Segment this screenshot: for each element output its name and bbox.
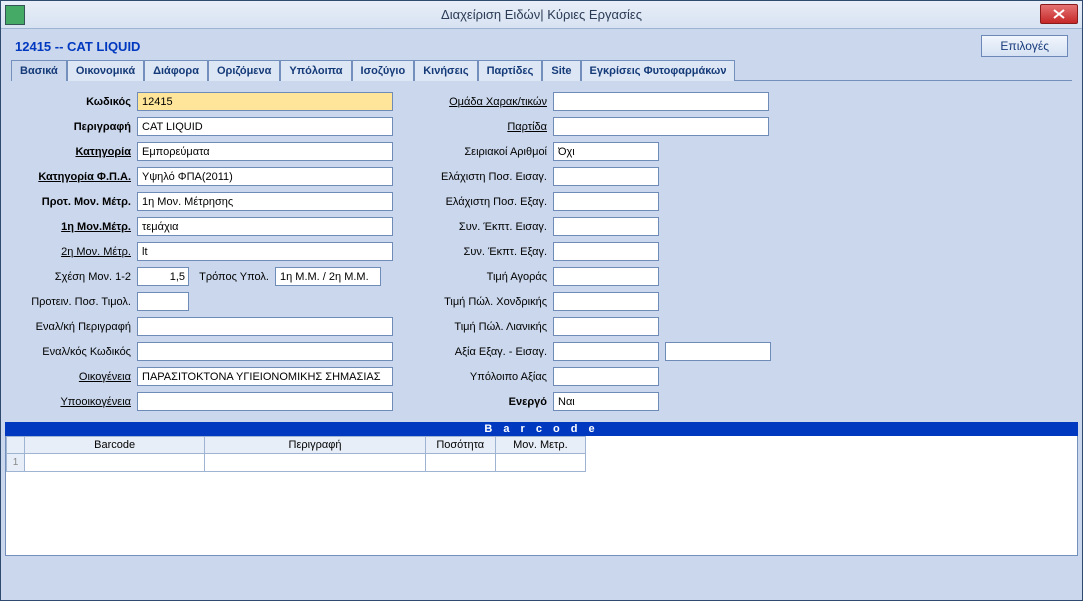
item-title: 12415 -- CAT LIQUID bbox=[15, 39, 140, 54]
form-area: Κωδικός Περιγραφή Κατηγορία Κατηγορία Φ.… bbox=[1, 81, 1082, 418]
tab-balances[interactable]: Υπόλοιπα bbox=[280, 60, 351, 81]
tabstrip: Βασικά Οικονομικά Διάφορα Οριζόμενα Υπόλ… bbox=[11, 59, 1072, 81]
minexp-label: Ελάχιστη Ποσ. Εξαγ. bbox=[423, 196, 553, 208]
options-button[interactable]: Επιλογές bbox=[981, 35, 1068, 57]
minimp-label: Ελάχιστη Ποσ. Εισαγ. bbox=[423, 171, 553, 183]
puom-label: Προτ. Μον. Μέτρ. bbox=[11, 196, 137, 208]
uom1-label: 1η Μον.Μέτρ. bbox=[11, 221, 137, 233]
sugqty-label: Προτειν. Ποσ. Τιμολ. bbox=[11, 296, 137, 308]
calc-field[interactable] bbox=[275, 267, 381, 286]
chargrp-field[interactable] bbox=[553, 92, 769, 111]
app-window: Διαχείριση Ειδών| Κύριες Εργασίες 12415 … bbox=[0, 0, 1083, 601]
window-title: Διαχείριση Ειδών| Κύριες Εργασίες bbox=[441, 7, 642, 22]
uom1-field[interactable] bbox=[137, 217, 393, 236]
calc-label: Τρόπος Υπολ. bbox=[189, 271, 275, 283]
close-button[interactable] bbox=[1040, 4, 1078, 24]
tab-misc[interactable]: Διάφορα bbox=[144, 60, 208, 81]
close-icon bbox=[1053, 9, 1065, 19]
retail-label: Τιμή Πώλ. Λιανικής bbox=[423, 321, 553, 333]
header-row: 12415 -- CAT LIQUID Επιλογές bbox=[1, 29, 1082, 59]
cell-desc[interactable] bbox=[205, 454, 425, 472]
discexp-label: Συν. Έκπτ. Εξαγ. bbox=[423, 246, 553, 258]
buyprice-label: Τιμή Αγοράς bbox=[423, 271, 553, 283]
active-label: Ενεργό bbox=[423, 396, 553, 408]
col-desc[interactable]: Περιγραφή bbox=[205, 437, 425, 454]
left-column: Κωδικός Περιγραφή Κατηγορία Κατηγορία Φ.… bbox=[11, 89, 393, 414]
uom2-field[interactable] bbox=[137, 242, 393, 261]
serial-label: Σειριακοί Αριθμοί bbox=[423, 146, 553, 158]
cell-qty[interactable] bbox=[425, 454, 495, 472]
code-label: Κωδικός bbox=[11, 96, 137, 108]
rownum-header bbox=[7, 437, 25, 454]
retail-field[interactable] bbox=[553, 317, 659, 336]
vatcat-label: Κατηγορία Φ.Π.Α. bbox=[11, 171, 137, 183]
barcode-header: B a r c o d e bbox=[5, 422, 1078, 436]
subfamily-label: Υποοικογένεια bbox=[11, 396, 137, 408]
balval-label: Υπόλοιπο Αξίας bbox=[423, 371, 553, 383]
tab-lots[interactable]: Παρτίδες bbox=[478, 60, 543, 81]
wholesale-label: Τιμή Πώλ. Χονδρικής bbox=[423, 296, 553, 308]
tab-approvals[interactable]: Εγκρίσεις Φυτοφαρμάκων bbox=[581, 60, 736, 81]
cat-label: Κατηγορία bbox=[11, 146, 137, 158]
right-column: Ομάδα Χαρακ/τικών Παρτίδα Σειριακοί Αριθ… bbox=[423, 89, 771, 414]
app-icon bbox=[5, 5, 25, 25]
tab-moves[interactable]: Κινήσεις bbox=[414, 60, 477, 81]
wholesale-field[interactable] bbox=[553, 292, 659, 311]
tab-financial[interactable]: Οικονομικά bbox=[67, 60, 144, 81]
chargrp-label: Ομάδα Χαρακ/τικών bbox=[423, 96, 553, 108]
discimp-field[interactable] bbox=[553, 217, 659, 236]
tab-ledger[interactable]: Ισοζύγιο bbox=[352, 60, 415, 81]
desc-label: Περιγραφή bbox=[11, 121, 137, 133]
table-row[interactable]: 1 bbox=[7, 454, 586, 472]
expimpval-label: Αξία Εξαγ. - Εισαγ. bbox=[423, 346, 553, 358]
altdesc-label: Εναλ/κή Περιγραφή bbox=[11, 321, 137, 333]
serial-field[interactable] bbox=[553, 142, 659, 161]
buyprice-field[interactable] bbox=[553, 267, 659, 286]
barcode-grid[interactable]: Barcode Περιγραφή Ποσότητα Μον. Μετρ. 1 bbox=[5, 436, 1078, 556]
expimpval2-field[interactable] bbox=[665, 342, 771, 361]
cell-barcode[interactable] bbox=[25, 454, 205, 472]
desc-field[interactable] bbox=[137, 117, 393, 136]
col-uom[interactable]: Μον. Μετρ. bbox=[495, 437, 585, 454]
tab-custom[interactable]: Οριζόμενα bbox=[208, 60, 280, 81]
tab-basic[interactable]: Βασικά bbox=[11, 60, 67, 81]
altcode-field[interactable] bbox=[137, 342, 393, 361]
lot-label: Παρτίδα bbox=[423, 121, 553, 133]
rownum-cell: 1 bbox=[7, 454, 25, 472]
titlebar: Διαχείριση Ειδών| Κύριες Εργασίες bbox=[1, 1, 1082, 29]
uom2-label: 2η Μον. Μέτρ. bbox=[11, 246, 137, 258]
vatcat-field[interactable] bbox=[137, 167, 393, 186]
minimp-field[interactable] bbox=[553, 167, 659, 186]
sugqty-field[interactable] bbox=[137, 292, 189, 311]
discexp-field[interactable] bbox=[553, 242, 659, 261]
col-qty[interactable]: Ποσότητα bbox=[425, 437, 495, 454]
col-barcode[interactable]: Barcode bbox=[25, 437, 205, 454]
cat-field[interactable] bbox=[137, 142, 393, 161]
lot-field[interactable] bbox=[553, 117, 769, 136]
family-label: Οικογένεια bbox=[11, 371, 137, 383]
active-field[interactable] bbox=[553, 392, 659, 411]
tab-site[interactable]: Site bbox=[542, 60, 580, 81]
rel-label: Σχέση Μον. 1-2 bbox=[11, 271, 137, 283]
expimpval-field[interactable] bbox=[553, 342, 659, 361]
altcode-label: Εναλ/κός Κωδικός bbox=[11, 346, 137, 358]
cell-uom[interactable] bbox=[495, 454, 585, 472]
balval-field[interactable] bbox=[553, 367, 659, 386]
code-field[interactable] bbox=[137, 92, 393, 111]
altdesc-field[interactable] bbox=[137, 317, 393, 336]
minexp-field[interactable] bbox=[553, 192, 659, 211]
family-field[interactable] bbox=[137, 367, 393, 386]
puom-field[interactable] bbox=[137, 192, 393, 211]
rel-field[interactable] bbox=[137, 267, 189, 286]
discimp-label: Συν. Έκπτ. Εισαγ. bbox=[423, 221, 553, 233]
subfamily-field[interactable] bbox=[137, 392, 393, 411]
